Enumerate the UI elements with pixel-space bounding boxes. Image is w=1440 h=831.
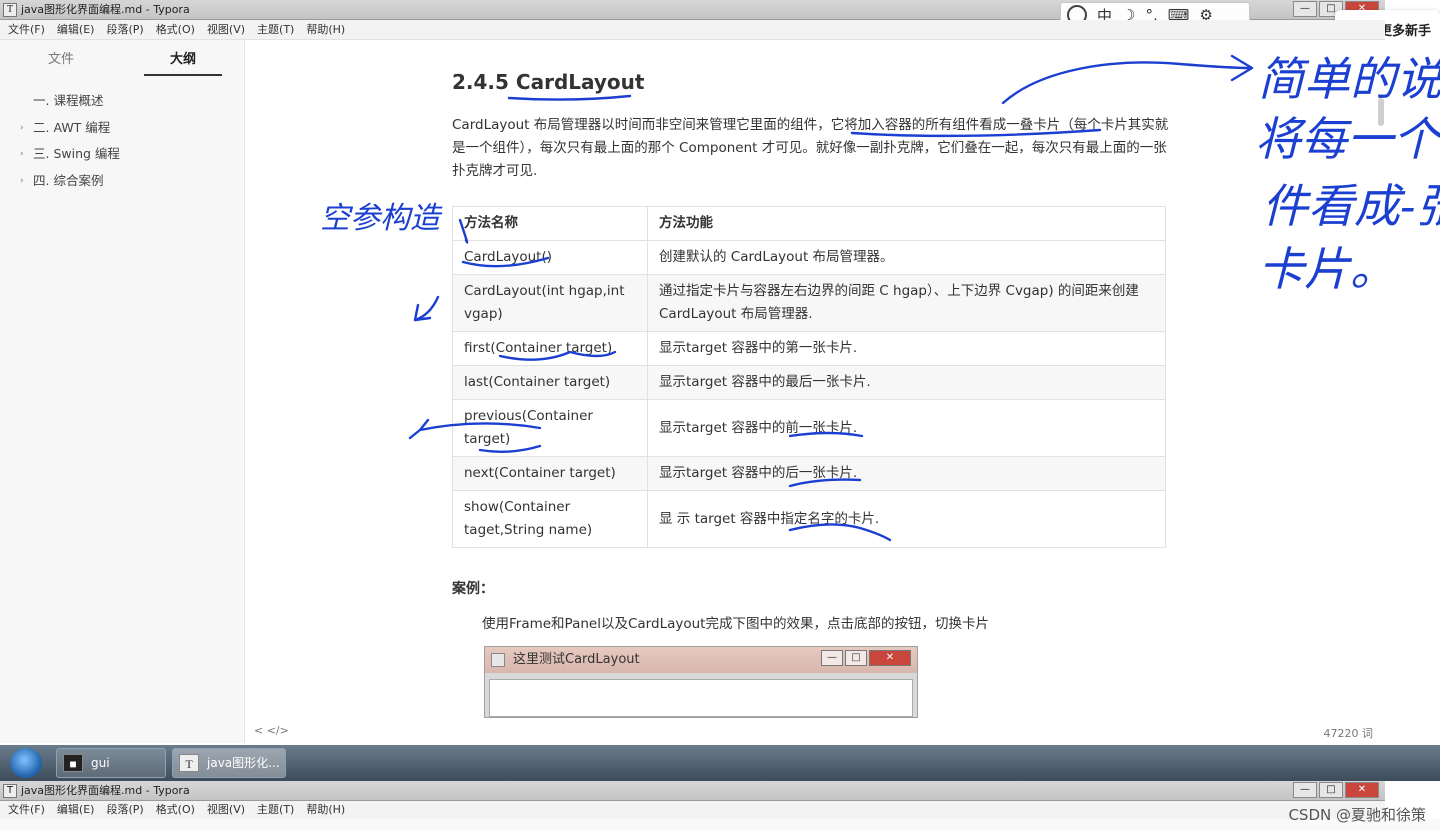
start-button[interactable] <box>10 748 42 778</box>
intellij-icon: ■ <box>63 754 83 772</box>
table-cell: 显 示 target 容器中指定名字的卡片. <box>647 490 1166 548</box>
word-count: 47220 词 <box>1323 727 1374 740</box>
table-cell: 显示target 容器中的第一张卡片. <box>647 331 1166 366</box>
section-heading: 2.4.5 CardLayout <box>452 70 645 94</box>
demo-window-body <box>489 679 913 717</box>
maximize-button[interactable]: □ <box>1319 782 1343 798</box>
menu-file[interactable]: 文件(F) <box>8 20 45 39</box>
table-row: show(Container taget,String name) 显 示 tar… <box>452 490 1166 548</box>
taskbar-item-typora[interactable]: T java图形化... <box>172 748 286 778</box>
table-row: previous(Container target) 显示target 容器中的前… <box>452 399 1166 457</box>
taskbar-item-label: java图形化... <box>207 756 280 770</box>
taskbar-item-idea[interactable]: ■ gui [E:\Idea... <box>56 748 166 798</box>
right-margin <box>1385 40 1440 745</box>
outline-item-label: 四. 综合案例 <box>33 172 104 188</box>
table-header-row: 方法名称 方法功能 <box>452 206 1166 241</box>
table-cell: show(Container taget,String name) <box>452 490 648 548</box>
table-cell: last(Container target) <box>452 365 648 400</box>
table-row: first(Container target) 显示target 容器中的第一张卡… <box>452 331 1166 366</box>
outline-item[interactable]: 一. 课程概述 <box>0 88 244 115</box>
window-title: java图形化界面编程.md - Typora <box>21 3 190 16</box>
table-cell: CardLayout(int hgap,int vgap) <box>452 274 648 332</box>
table-cell: 通过指定卡片与容器左右边界的间距 C hgap）、上下边界 Cvgap) 的间距… <box>647 274 1166 332</box>
table-row: next(Container target) 显示target 容器中的后一张卡片… <box>452 456 1166 491</box>
demo-minimize-icon: — <box>821 650 843 666</box>
chevron-right-icon[interactable]: › <box>20 115 24 142</box>
table-row: last(Container target) 显示target 容器中的最后一张卡… <box>452 365 1166 400</box>
status-bar: < </> 47220 词 <box>246 720 1385 743</box>
typora-app-icon: T <box>3 3 17 17</box>
intro-paragraph: CardLayout 布局管理器以时间而非空间来管理它里面的组件，它将加入容器的… <box>452 117 1169 179</box>
close-button[interactable]: ✕ <box>1345 782 1379 798</box>
demo-window-titlebar: 这里测试CardLayout — □ ✕ <box>485 647 917 673</box>
outline-item-label: 三. Swing 编程 <box>33 146 120 161</box>
editor-content[interactable]: 2.4.5 CardLayout CardLayout 布局管理器以时间而非空间… <box>246 40 1385 743</box>
table-cell: next(Container target) <box>452 456 648 491</box>
demo-maximize-icon: □ <box>845 650 867 666</box>
menu-paragraph[interactable]: 段落(P) <box>106 801 143 819</box>
table-cell: first(Container target) <box>452 331 648 366</box>
menu-view[interactable]: 视图(V) <box>207 20 245 39</box>
menu-theme[interactable]: 主题(T) <box>257 20 294 39</box>
outline-item[interactable]: › 四. 综合案例 <box>0 168 244 195</box>
java-icon <box>491 653 505 667</box>
chevron-right-icon[interactable]: › <box>20 141 24 168</box>
menu-edit[interactable]: 编辑(E) <box>57 801 95 819</box>
minimize-button[interactable]: — <box>1293 782 1317 798</box>
menu-help[interactable]: 帮助(H) <box>306 801 345 819</box>
table-cell: previous(Container target) <box>452 399 648 457</box>
csdn-watermark: CSDN @夏驰和徐策 <box>1288 806 1426 824</box>
demo-window-title: 这里测试CardLayout <box>513 652 640 667</box>
table-row: CardLayout() 创建默认的 CardLayout 布局管理器。 <box>452 240 1166 275</box>
tab-outline[interactable]: 大纲 <box>122 40 244 80</box>
second-menu-bar: 文件(F) 编辑(E) 段落(P) 格式(O) 视图(V) 主题(T) 帮助(H… <box>0 801 1385 819</box>
outline-item-label: 二. AWT 编程 <box>33 119 111 135</box>
table-cell: 显示target 容器中的后一张卡片. <box>647 456 1166 491</box>
menu-format[interactable]: 格式(O) <box>156 20 195 39</box>
header-method-name: 方法名称 <box>452 206 648 241</box>
taskbar: ■ gui [E:\Idea... T java图形化... <box>0 745 1440 798</box>
header-method-function: 方法功能 <box>647 206 1166 241</box>
source-toggle-button[interactable]: < </> <box>254 724 289 737</box>
popup-label: 更多新手 <box>1379 24 1432 39</box>
table-cell: 显示target 容器中的前一张卡片. <box>647 399 1166 457</box>
table-cell: CardLayout() <box>452 240 648 275</box>
menu-edit[interactable]: 编辑(E) <box>57 20 95 39</box>
menu-theme[interactable]: 主题(T) <box>257 801 294 819</box>
second-window-body <box>0 819 1440 831</box>
methods-table: 方法名称 方法功能 CardLayout() 创建默认的 CardLayout 布… <box>452 206 1166 548</box>
scrollbar-thumb[interactable] <box>1378 98 1384 126</box>
menu-paragraph[interactable]: 段落(P) <box>106 20 143 39</box>
menu-help[interactable]: 帮助(H) <box>306 20 345 39</box>
menu-format[interactable]: 格式(O) <box>156 801 195 819</box>
table-cell: 显示target 容器中的最后一张卡片. <box>647 365 1166 400</box>
outline-list: 一. 课程概述 › 二. AWT 编程 › 三. Swing 编程 › 四. 综合案例 <box>0 88 244 194</box>
window-controls: — □ ✕ <box>1293 782 1379 798</box>
case-description: 使用Frame和Panel以及CardLayout完成下图中的效果，点击底部的按… <box>482 616 989 632</box>
table-row: CardLayout(int hgap,int vgap) 通过指定卡片与容器左右… <box>452 274 1166 332</box>
tab-files[interactable]: 文件 <box>0 40 122 80</box>
sidebar-tabs: 文件 大纲 <box>0 40 244 80</box>
typora-icon: T <box>179 754 199 772</box>
window-title: java图形化界面编程.md - Typora <box>21 784 190 797</box>
demo-window-controls: — □ ✕ <box>821 650 911 666</box>
case-heading: 案例： <box>452 581 494 597</box>
second-window-titlebar: T java图形化界面编程.md - Typora — □ ✕ <box>0 781 1385 801</box>
menu-file[interactable]: 文件(F) <box>8 801 45 819</box>
minimize-button[interactable]: — <box>1293 1 1317 17</box>
demo-window-image: 这里测试CardLayout — □ ✕ <box>484 646 918 718</box>
menu-bar: 文件(F) 编辑(E) 段落(P) 格式(O) 视图(V) 主题(T) 帮助(H… <box>0 20 1385 40</box>
outline-item[interactable]: › 二. AWT 编程 <box>0 115 244 142</box>
sidebar: 文件 大纲 一. 课程概述 › 二. AWT 编程 › 三. Swing 编程 › 四… <box>0 40 245 743</box>
typora-app-icon: T <box>3 784 17 798</box>
table-cell: 创建默认的 CardLayout 布局管理器。 <box>647 240 1166 275</box>
outline-item-label: 一. 课程概述 <box>33 93 104 108</box>
chevron-right-icon[interactable]: › <box>20 168 24 195</box>
demo-close-icon: ✕ <box>869 650 911 666</box>
outline-item[interactable]: › 三. Swing 编程 <box>0 141 244 168</box>
menu-view[interactable]: 视图(V) <box>207 801 245 819</box>
